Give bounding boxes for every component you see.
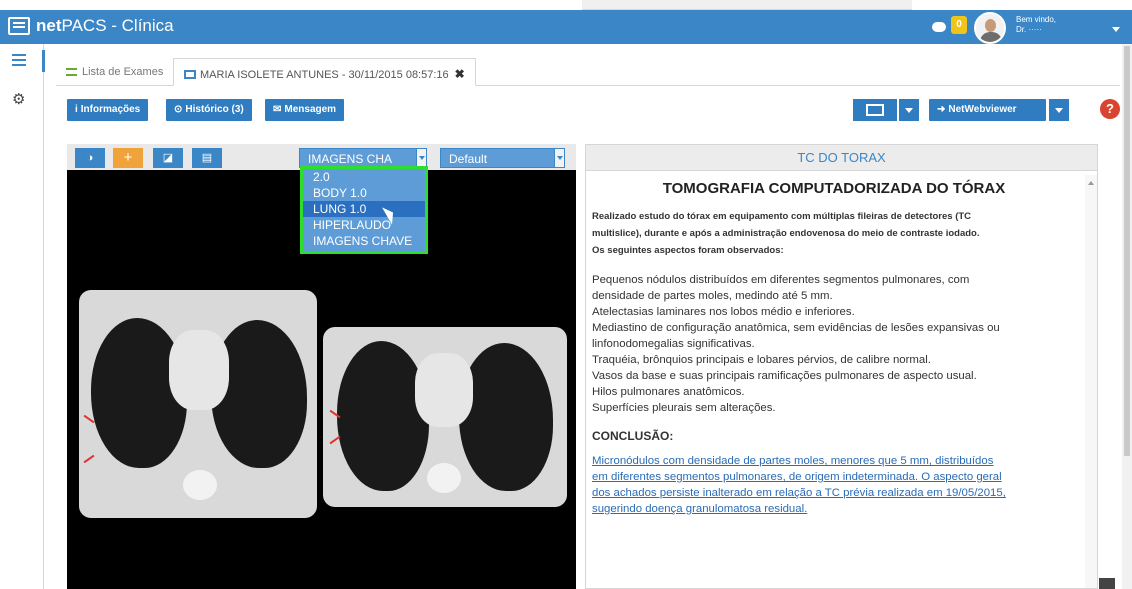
arrow-right-icon: ➜: [937, 104, 946, 115]
spine-shape: [427, 463, 461, 493]
history-icon: ⊙: [174, 104, 183, 115]
info-icon: i: [75, 104, 78, 115]
report-conclusion-link[interactable]: Micronódulos com densidade de partes mol…: [592, 453, 1076, 469]
netwebviewer-button-label: NetWebviewer: [948, 104, 1017, 115]
report-finding-line: Hilos pulmonares anatômicos.: [592, 386, 745, 398]
report-conclusion-link[interactable]: em diferentes segmentos pulmonares, de o…: [592, 469, 1076, 485]
red-arrow-icon: [83, 454, 95, 464]
document-icon[interactable]: ▤: [192, 148, 222, 168]
preset-select[interactable]: Default: [440, 148, 565, 168]
tab-patient-exam[interactable]: MARIA ISOLETE ANTUNES - 30/11/2015 08:57…: [173, 58, 476, 86]
monitor-icon: [184, 70, 196, 79]
report-finding-line: linfonodomegalias significativas.: [592, 338, 755, 350]
welcome-line-1: Bem vindo,: [1016, 15, 1057, 24]
layout-button[interactable]: [853, 99, 897, 121]
chevron-down-icon: [1055, 108, 1063, 113]
mediastinum-shape: [415, 353, 473, 427]
gears-icon: ⚙: [12, 91, 26, 108]
lung-shape: [459, 343, 553, 491]
report-conclusion-title: CONCLUSÃO:: [592, 429, 674, 443]
lung-shape: [337, 341, 429, 491]
chevron-up-icon[interactable]: [1088, 181, 1094, 185]
report-conclusion-link[interactable]: sugerindo doença granulomatosa residual.: [592, 501, 1076, 517]
app-title[interactable]: netPACS - Clínica: [36, 16, 174, 36]
series-select-value: IMAGENS CHA: [308, 152, 393, 166]
chevron-down-icon: [416, 149, 426, 167]
list-icon: [66, 68, 77, 76]
chevron-down-icon: [905, 108, 913, 113]
report-finding-line: Atelectasias laminares nos lobos médio e…: [592, 306, 855, 318]
netwebviewer-button[interactable]: ➜ NetWebviewer: [929, 99, 1046, 121]
report-body: TOMOGRAFIA COMPUTADORIZADA DO TÓRAX Real…: [592, 178, 1076, 517]
top-strip: [0, 0, 1132, 10]
user-welcome[interactable]: Bem vindo, Dr. ·····: [1016, 15, 1056, 35]
series-select[interactable]: IMAGENS CHA: [299, 148, 427, 168]
chat-count-badge: 0: [951, 16, 967, 34]
avatar-head: [985, 19, 996, 32]
page-scrollbar-thumb[interactable]: [1124, 46, 1130, 456]
sidebar-item-exams[interactable]: [0, 44, 45, 80]
dropdown-option[interactable]: IMAGENS CHAVE: [303, 233, 425, 249]
chat-icon[interactable]: [932, 22, 946, 32]
dropdown-option[interactable]: 2.0: [303, 169, 425, 185]
preset-select-value: Default: [449, 152, 488, 166]
report-finding-line: Mediastino de configuração anatômica, se…: [592, 322, 1000, 334]
report-conclusion-link[interactable]: dos achados persiste inalterado em relaç…: [592, 485, 1076, 501]
info-button[interactable]: i Informações: [67, 99, 149, 121]
layout-dropdown-button[interactable]: [899, 99, 919, 121]
lock-icon: [1099, 578, 1115, 589]
message-button[interactable]: ✉ Mensagem: [265, 99, 345, 121]
report-finding-line: Superfícies pleurais sem alterações.: [592, 402, 776, 414]
report-title: TOMOGRAFIA COMPUTADORIZADA DO TÓRAX: [662, 180, 1006, 197]
top-bar: netPACS - Clínica 0 Bem vindo, Dr. ·····: [0, 0, 1132, 44]
tab-exam-list[interactable]: Lista de Exames: [56, 58, 173, 86]
ct-image-right[interactable]: [323, 327, 567, 507]
help-button[interactable]: ?: [1100, 99, 1120, 119]
browser-bar: [582, 0, 912, 10]
info-button-label: Informações: [80, 104, 141, 115]
report-header: TC DO TORAX: [586, 145, 1097, 171]
avatar[interactable]: [974, 12, 1006, 44]
message-button-label: Mensagem: [284, 104, 337, 115]
sidebar: ⚙: [0, 44, 45, 589]
report-panel: TC DO TORAX TOMOGRAFIA COMPUTADORIZADA D…: [585, 144, 1098, 589]
list-icon: [12, 54, 26, 66]
report-finding-line: Vasos da base e suas principais ramifica…: [592, 370, 977, 382]
history-button-label: Histórico (3): [185, 104, 244, 115]
app-logo-icon: [8, 17, 30, 35]
contrast-icon[interactable]: ◑: [75, 148, 105, 168]
tab-patient-exam-label: MARIA ISOLETE ANTUNES - 30/11/2015 08:57…: [200, 69, 449, 81]
netwebviewer-dropdown-button[interactable]: [1049, 99, 1069, 121]
report-intro-line: multislice), durante e após a administra…: [592, 228, 980, 239]
report-finding-line: Traquéia, brônquios principais e lobares…: [592, 354, 931, 366]
avatar-body: [980, 32, 1002, 42]
welcome-line-2: Dr. ·····: [1016, 25, 1042, 34]
report-scrollbar[interactable]: [1085, 175, 1097, 588]
app-brand: net: [36, 16, 62, 35]
envelope-icon: ✉: [273, 104, 282, 115]
app-name: PACS - Clínica: [61, 16, 174, 35]
dropdown-option-selected[interactable]: LUNG 1.0: [303, 201, 425, 217]
layout-icon: [866, 104, 884, 116]
report-intro-line: Os seguintes aspectos foram observados:: [592, 245, 784, 256]
crosshair-icon[interactable]: +: [113, 148, 143, 168]
dropdown-option[interactable]: HIPERLAUDO: [303, 217, 425, 233]
report-finding-line: densidade de partes moles, medindo até 5…: [592, 290, 833, 302]
image-icon[interactable]: ◪: [153, 148, 183, 168]
spine-shape: [183, 470, 217, 500]
history-button[interactable]: ⊙ Histórico (3): [166, 99, 252, 121]
report-intro-line: Realizado estudo do tórax em equipamento…: [592, 211, 972, 222]
series-dropdown[interactable]: 2.0 BODY 1.0 LUNG 1.0 HIPERLAUDO IMAGENS…: [300, 166, 428, 254]
ct-image-left[interactable]: [79, 290, 317, 518]
tab-exam-list-label: Lista de Exames: [82, 66, 164, 78]
chevron-down-icon: [554, 149, 564, 167]
tab-bar: Lista de Exames MARIA ISOLETE ANTUNES - …: [56, 53, 1120, 86]
sidebar-item-settings[interactable]: ⚙: [0, 80, 44, 116]
dropdown-option[interactable]: BODY 1.0: [303, 185, 425, 201]
report-finding-line: Pequenos nódulos distribuídos em diferen…: [592, 274, 970, 286]
chevron-down-icon[interactable]: [1112, 27, 1120, 32]
mediastinum-shape: [169, 330, 229, 410]
close-icon[interactable]: ✖: [455, 67, 465, 81]
